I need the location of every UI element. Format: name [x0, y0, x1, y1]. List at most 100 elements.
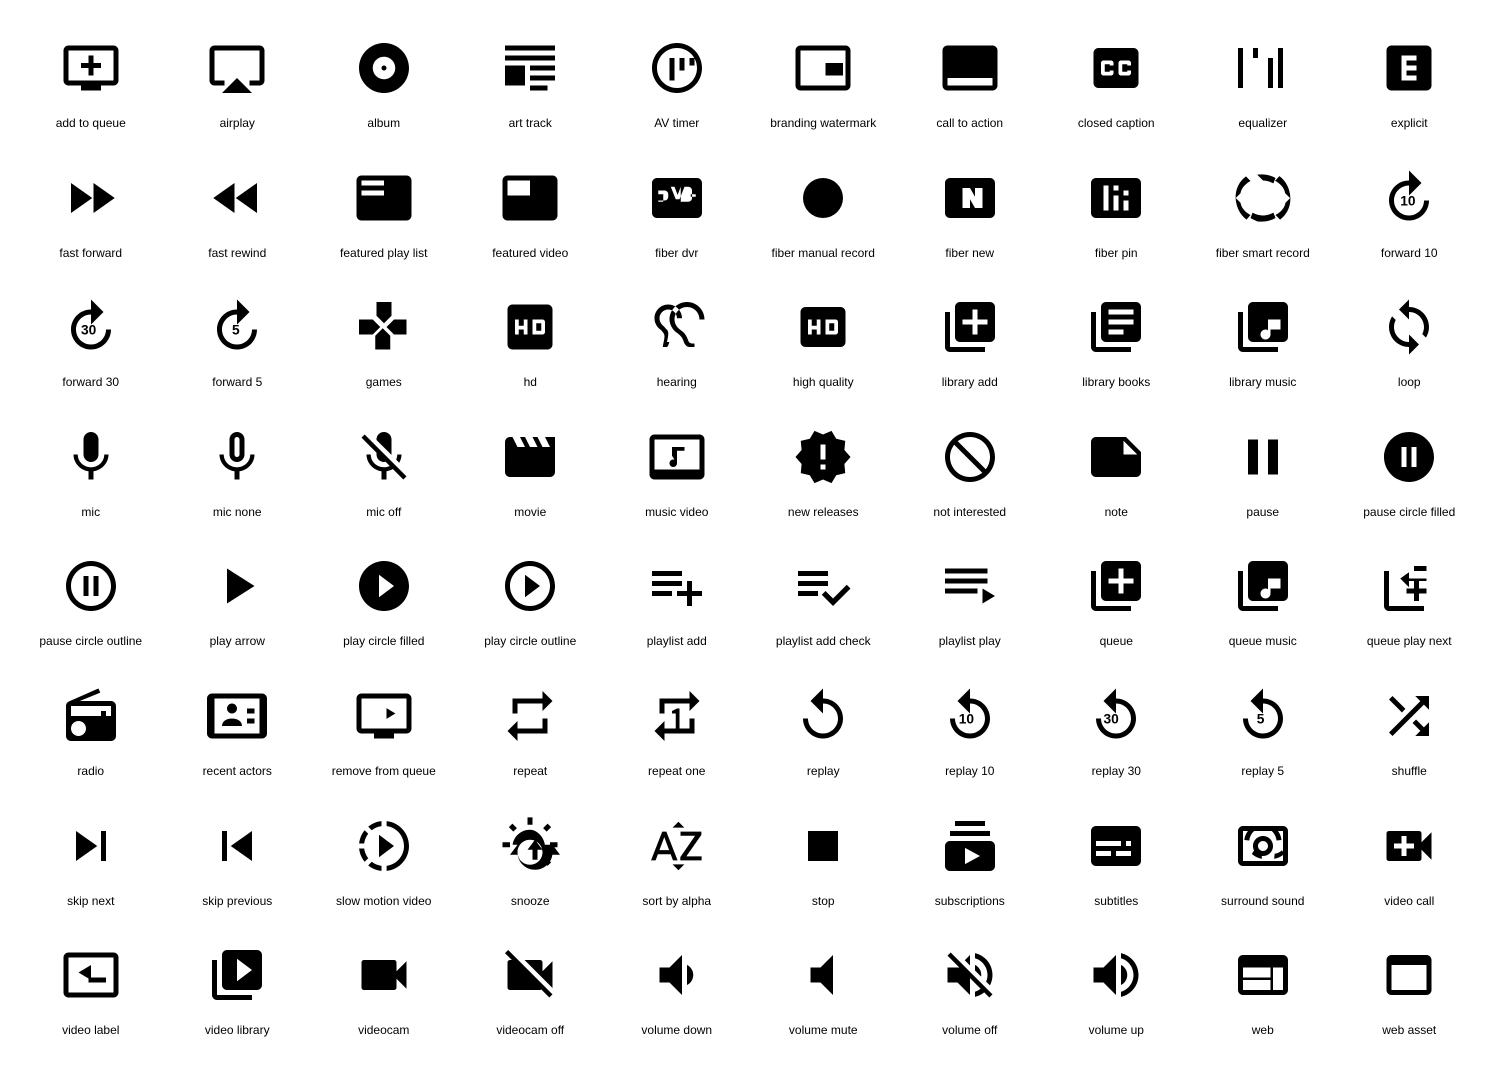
mic-label: mic	[81, 505, 100, 521]
svg-text:10: 10	[1401, 193, 1417, 208]
play-circle-outline-icon	[490, 546, 570, 626]
mic-off-icon	[344, 417, 424, 497]
equalizer-icon	[1223, 28, 1303, 108]
icon-item-repeat-one: repeat one	[606, 668, 748, 788]
video-call-icon	[1369, 806, 1449, 886]
icon-item-stop: stop	[753, 798, 895, 918]
snooze-icon	[490, 806, 570, 886]
new-releases-label: new releases	[788, 505, 859, 521]
library-add-label: library add	[942, 375, 998, 391]
volume-down-label: volume down	[641, 1023, 712, 1039]
stop-icon	[783, 806, 863, 886]
hearing-label: hearing	[657, 375, 697, 391]
icon-item-queue: queue	[1046, 538, 1188, 658]
explicit-icon	[1369, 28, 1449, 108]
videocam-icon	[344, 935, 424, 1015]
explicit-label: explicit	[1391, 116, 1428, 132]
icon-item-note: note	[1046, 409, 1188, 529]
icon-item-equalizer: equalizer	[1192, 20, 1334, 140]
fast-rewind-icon	[197, 158, 277, 238]
icon-item-featured-play-list: featured play list	[313, 150, 455, 270]
fast-forward-label: fast forward	[59, 246, 122, 262]
volume-up-label: volume up	[1089, 1023, 1144, 1039]
icon-item-playlist-add: playlist add	[606, 538, 748, 658]
volume-up-icon	[1076, 935, 1156, 1015]
fiber-dvr-label: fiber dvr	[655, 246, 698, 262]
subtitles-label: subtitles	[1094, 894, 1138, 910]
fiber-new-icon	[930, 158, 1010, 238]
play-circle-filled-icon	[344, 546, 424, 626]
radio-label: radio	[77, 764, 104, 780]
hd-label: hd	[524, 375, 537, 391]
snooze-label: snooze	[511, 894, 550, 910]
queue-label: queue	[1100, 634, 1133, 650]
web-icon	[1223, 935, 1303, 1015]
loop-icon	[1369, 287, 1449, 367]
fast-forward-icon	[51, 158, 131, 238]
icon-item-mic-off: mic off	[313, 409, 455, 529]
featured-video-label: featured video	[492, 246, 568, 262]
playlist-add-label: playlist add	[647, 634, 707, 650]
icon-item-featured-video: featured video	[460, 150, 602, 270]
featured-video-icon	[490, 158, 570, 238]
mic-none-icon	[197, 417, 277, 497]
icon-item-replay-10: 10replay 10	[899, 668, 1041, 788]
icon-item-play-circle-outline: play circle outline	[460, 538, 602, 658]
high-quality-icon	[783, 287, 863, 367]
pause-circle-filled-label: pause circle filled	[1363, 505, 1455, 521]
icon-item-videocam-off: videocam off	[460, 927, 602, 1047]
subtitles-icon	[1076, 806, 1156, 886]
slow-motion-video-icon	[344, 806, 424, 886]
svg-text:30: 30	[1104, 711, 1120, 726]
fast-rewind-label: fast rewind	[208, 246, 266, 262]
subscriptions-icon	[930, 806, 1010, 886]
queue-music-icon	[1223, 546, 1303, 626]
forward-5-label: forward 5	[212, 375, 262, 391]
icon-item-movie: movie	[460, 409, 602, 529]
featured-play-list-label: featured play list	[340, 246, 427, 262]
album-icon	[344, 28, 424, 108]
icon-item-forward-5: 5forward 5	[167, 279, 309, 399]
icon-item-surround-sound: surround sound	[1192, 798, 1334, 918]
icon-item-hd: hd	[460, 279, 602, 399]
movie-icon	[490, 417, 570, 497]
icon-item-hearing: hearing	[606, 279, 748, 399]
playlist-add-check-label: playlist add check	[776, 634, 871, 650]
hearing-icon	[637, 287, 717, 367]
av-timer-label: AV timer	[654, 116, 699, 132]
slow-motion-video-label: slow motion video	[336, 894, 431, 910]
fiber-manual-record-icon	[783, 158, 863, 238]
icon-item-fiber-dvr: fiber dvr	[606, 150, 748, 270]
icon-item-playlist-add-check: playlist add check	[753, 538, 895, 658]
web-label: web	[1252, 1023, 1274, 1039]
mic-off-label: mic off	[366, 505, 401, 521]
icon-item-mic-none: mic none	[167, 409, 309, 529]
repeat-one-icon	[637, 676, 717, 756]
videocam-label: videocam	[358, 1023, 409, 1039]
replay-5-icon: 5	[1223, 676, 1303, 756]
icon-grid: add to queueairplayalbumart trackAV time…	[20, 20, 1480, 1047]
replay-5-label: replay 5	[1241, 764, 1284, 780]
games-icon	[344, 287, 424, 367]
icon-item-slow-motion-video: slow motion video	[313, 798, 455, 918]
replay-10-label: replay 10	[945, 764, 994, 780]
shuffle-label: shuffle	[1392, 764, 1427, 780]
icon-item-remove-from-queue: remove from queue	[313, 668, 455, 788]
icon-item-radio: radio	[20, 668, 162, 788]
hd-icon	[490, 287, 570, 367]
icon-item-av-timer: AV timer	[606, 20, 748, 140]
playlist-add-check-icon	[783, 546, 863, 626]
video-library-label: video library	[205, 1023, 270, 1039]
games-label: games	[366, 375, 402, 391]
icon-item-pause-circle-outline: pause circle outline	[20, 538, 162, 658]
branding-watermark-icon	[783, 28, 863, 108]
icon-item-mic: mic	[20, 409, 162, 529]
icon-item-subtitles: subtitles	[1046, 798, 1188, 918]
skip-next-label: skip next	[67, 894, 114, 910]
icon-item-explicit: explicit	[1339, 20, 1481, 140]
playlist-play-label: playlist play	[939, 634, 1001, 650]
surround-sound-label: surround sound	[1221, 894, 1304, 910]
art-track-label: art track	[509, 116, 552, 132]
fiber-pin-icon	[1076, 158, 1156, 238]
mic-none-label: mic none	[213, 505, 262, 521]
